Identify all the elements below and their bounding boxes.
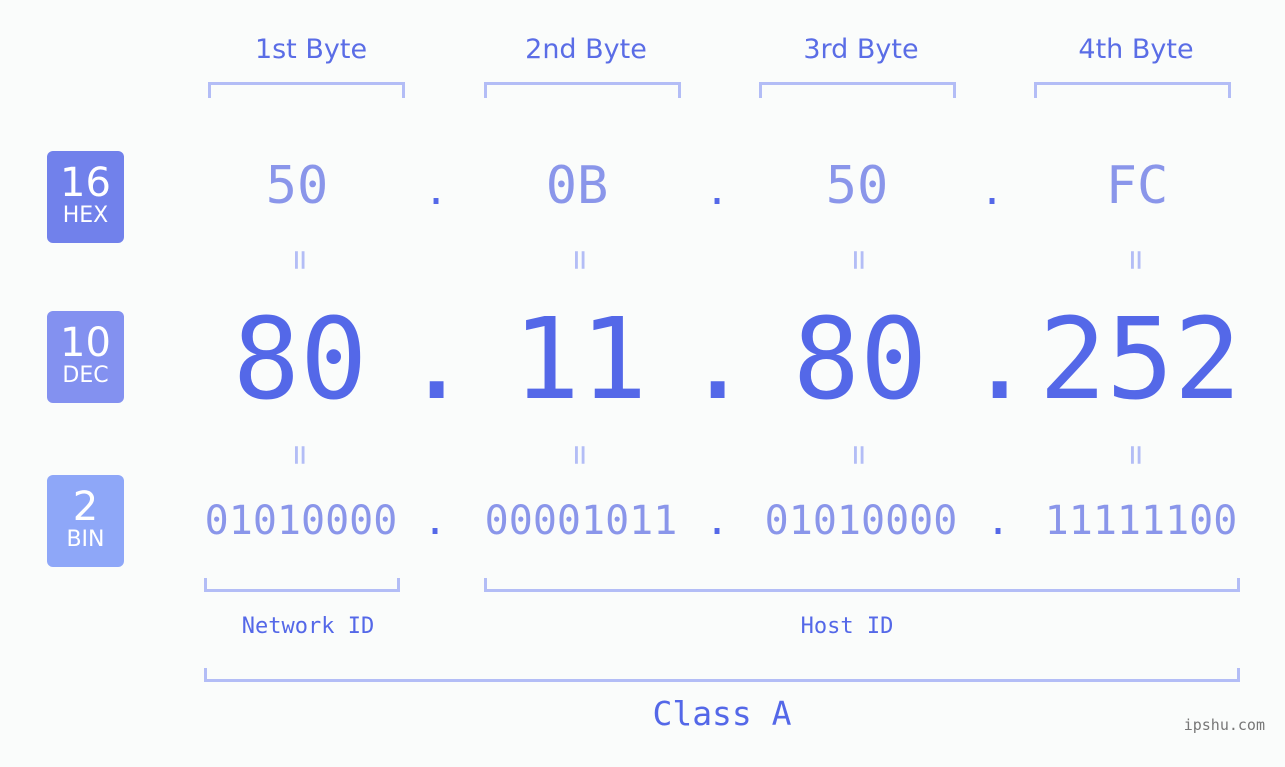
bin-dot-1: .	[422, 498, 448, 544]
network-id-label: Network ID	[241, 614, 375, 639]
host-id-label: Host ID	[800, 614, 894, 639]
hex-byte-2: 0B	[545, 156, 609, 216]
dec-byte-1: 80	[232, 295, 368, 425]
bin-badge: 2 BIN	[47, 475, 124, 567]
equals-sign: =	[839, 444, 879, 466]
byte-header-2: 2nd Byte	[525, 34, 647, 65]
dec-byte-3: 80	[792, 295, 928, 425]
dec-dot-3: .	[966, 295, 1034, 425]
hex-dot-3: .	[979, 168, 1005, 214]
dec-dot-1: .	[403, 295, 471, 425]
host-bracket	[484, 578, 1240, 592]
hex-dot-1: .	[423, 168, 449, 214]
bin-dot-3: .	[985, 498, 1011, 544]
byte-bracket-2	[484, 82, 681, 98]
hex-byte-1: 50	[265, 156, 329, 216]
byte-header-4: 4th Byte	[1078, 34, 1194, 65]
hex-dot-2: .	[704, 168, 730, 214]
class-label: Class A	[652, 694, 792, 733]
network-bracket	[204, 578, 400, 592]
hex-byte-3: 50	[825, 156, 889, 216]
bin-byte-3: 01010000	[764, 498, 958, 544]
byte-header-1: 1st Byte	[254, 34, 368, 65]
dec-dot-2: .	[684, 295, 752, 425]
watermark: ipshu.com	[1183, 716, 1265, 734]
dec-badge: 10 DEC	[47, 311, 124, 403]
equals-sign: =	[560, 249, 600, 271]
dec-byte-4: 252	[1038, 295, 1242, 425]
class-bracket	[204, 668, 1240, 682]
bin-byte-4: 11111100	[1044, 498, 1238, 544]
equals-sign: =	[560, 444, 600, 466]
bin-badge-label: BIN	[66, 527, 105, 552]
byte-header-3: 3rd Byte	[803, 34, 919, 65]
equals-sign: =	[1116, 249, 1156, 271]
hex-badge: 16 HEX	[47, 151, 124, 243]
hex-byte-4: FC	[1105, 156, 1169, 216]
bin-dot-2: .	[704, 498, 730, 544]
dec-badge-number: 10	[60, 320, 111, 366]
bin-badge-number: 2	[72, 484, 99, 530]
equals-sign: =	[280, 249, 320, 271]
equals-sign: =	[839, 249, 879, 271]
bin-byte-1: 01010000	[204, 498, 398, 544]
hex-badge-label: HEX	[62, 203, 109, 228]
dec-byte-2: 11	[512, 295, 648, 425]
byte-bracket-1	[208, 82, 405, 98]
byte-bracket-4	[1034, 82, 1231, 98]
equals-sign: =	[1116, 444, 1156, 466]
hex-badge-number: 16	[60, 160, 111, 206]
byte-bracket-3	[759, 82, 956, 98]
bin-byte-2: 00001011	[484, 498, 678, 544]
dec-badge-label: DEC	[62, 363, 109, 388]
equals-sign: =	[280, 444, 320, 466]
